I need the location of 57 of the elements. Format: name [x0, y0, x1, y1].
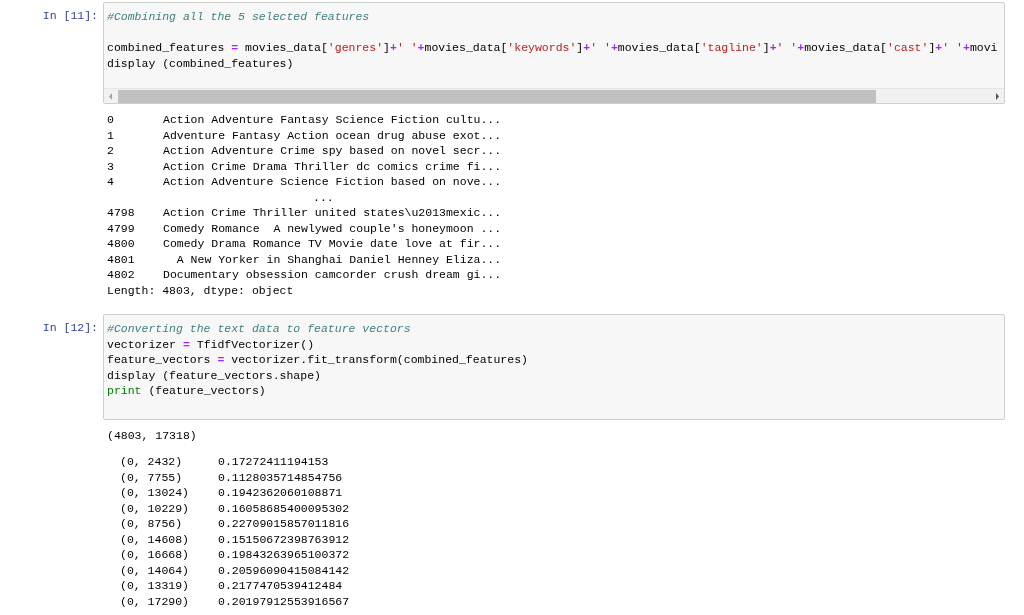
matrix-value: 0.15150672398763912: [218, 531, 350, 547]
series-value: Comedy Romance A newlywed couple's honeymoon ...: [163, 220, 502, 236]
matrix-index: (0, 16668): [120, 547, 190, 563]
matrix-value: 0.22709015857011816: [218, 516, 350, 532]
cell-prompt: In [12]:: [42, 320, 98, 336]
series-value: Adventure Fantasy Action ocean drug abuse exot...: [163, 127, 502, 143]
series-index: 1: [107, 127, 115, 143]
matrix-index: (0, 2432): [120, 454, 184, 470]
series-value: Action Adventure Crime spy based on novel secr...: [163, 143, 502, 159]
horizontal-scrollbar[interactable]: [104, 88, 1004, 103]
series-index: 4802: [107, 267, 136, 283]
series-value: Action Crime Drama Thriller dc comics crime fi...: [163, 158, 502, 174]
matrix-index: (0, 7755): [120, 469, 184, 485]
matrix-value: 0.17272411194153: [218, 454, 329, 470]
series-value: Comedy Drama Romance TV Movie date love at fir...: [163, 236, 502, 252]
series-index: 4799: [107, 220, 136, 236]
code-cell[interactable]: #Combining all the 5 selected features combined_features = movies_data['genres']+' '+movies_data['keywords']+' '+movies_data['tagline']+' '+movies_data['cast']+' '+movi display (combined_features): [103, 2, 1005, 104]
series-index: 3: [107, 158, 115, 174]
code-line: display (feature_vectors.shape): [107, 367, 322, 383]
matrix-index: (0, 10229): [120, 500, 190, 516]
matrix-index: (0, 14064): [120, 562, 190, 578]
code-line: vectorizer = TfidfVectorizer(): [107, 336, 316, 352]
series-value: Action Adventure Fantasy Science Fiction cultu...: [163, 112, 502, 128]
output-text: (4803, 17318): [107, 428, 197, 442]
code-comment: #Combining all the 5 selected features: [107, 9, 371, 25]
series-value: A New Yorker in Shanghai Daniel Henney Eliza...: [175, 251, 502, 267]
matrix-value: 0.1942362060108871: [218, 485, 343, 501]
matrix-value: 0.1128035714854756: [218, 469, 343, 485]
series-value: Action Adventure Science Fiction based on nove...: [163, 174, 502, 190]
matrix-value: 0.20197912553916567: [218, 593, 350, 609]
matrix-value: 0.19843263965100372: [218, 547, 350, 563]
code-cell[interactable]: #Converting the text data to feature vectors vectorizer = TfidfVectorizer() feature_vectors = vectorizer.fit_transform(combined_features) display (feature_vectors.shape) print (feature_vectors): [103, 314, 1005, 420]
code-line: display (combined_features): [107, 55, 295, 71]
code-line: print (feature_vectors): [107, 383, 267, 399]
matrix-index: (0, 8756): [120, 516, 184, 532]
matrix-index: (0, 17290): [120, 593, 190, 609]
output-ellipsis: ...: [313, 190, 334, 204]
series-footer: Length: 4803, dtype: object: [107, 283, 294, 297]
series-index: 4800: [107, 236, 136, 252]
matrix-value: 0.16058685400095302: [218, 500, 350, 516]
series-index: 4798: [107, 205, 136, 221]
series-value: Documentary obsession camcorder crush dream gi...: [163, 267, 502, 283]
matrix-value: 0.20596090415084142: [218, 562, 350, 578]
code-comment: #Converting the text data to feature vectors: [107, 321, 412, 337]
series-index: 0: [107, 112, 115, 128]
series-index: 2: [107, 143, 115, 159]
series-index: 4801: [107, 251, 136, 267]
series-index: 4: [107, 174, 115, 190]
matrix-index: (0, 13319): [120, 578, 190, 594]
code-line: combined_features = movies_data['genres']+' '+movies_data['keywords']+' '+movies_data['tagline']+' '+movies_data['cast']+' '+movi: [107, 40, 999, 56]
series-value: Action Crime Thriller united states\u2013mexic...: [163, 205, 502, 221]
scrollbar-thumb[interactable]: [118, 89, 876, 103]
cell-prompt: In [11]:: [42, 8, 98, 24]
matrix-index: (0, 14608): [120, 531, 190, 547]
code-line: feature_vectors = vectorizer.fit_transform(combined_features): [107, 352, 529, 368]
matrix-value: 0.2177470539412484: [218, 578, 343, 594]
matrix-index: (0, 13024): [120, 485, 190, 501]
